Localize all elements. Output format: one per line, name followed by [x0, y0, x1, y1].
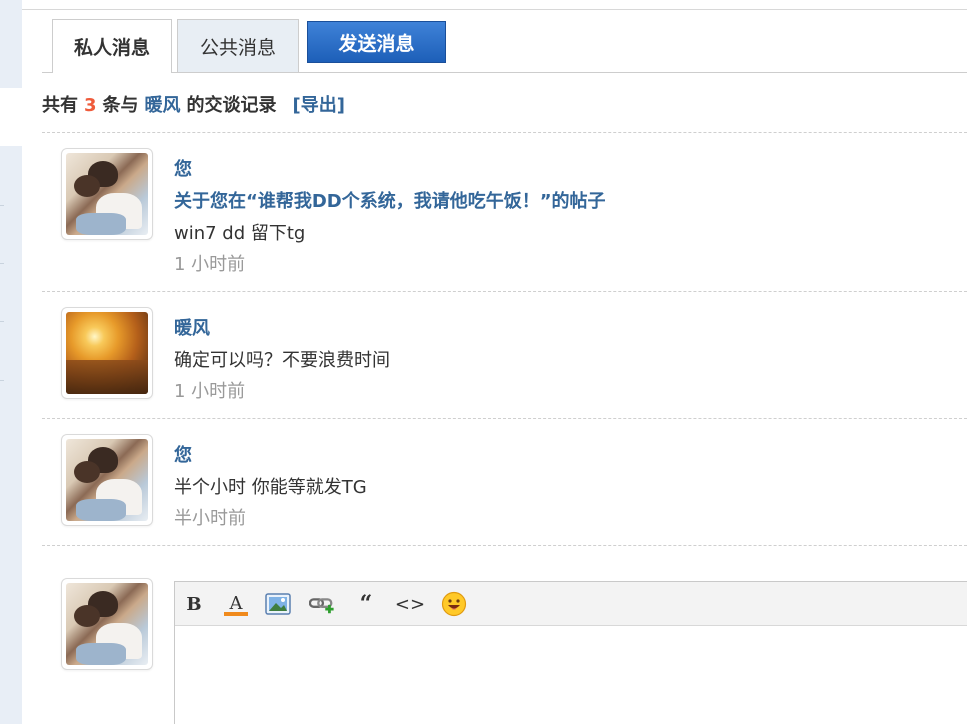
user-photo-couple [66, 583, 148, 665]
current-user-avatar[interactable] [61, 578, 153, 670]
export-link[interactable]: [导出] [293, 95, 345, 116]
quote-icon[interactable]: “ [353, 591, 379, 617]
tabs-baseline [42, 72, 967, 73]
strip-tick [0, 205, 4, 206]
image-icon[interactable] [265, 591, 291, 617]
tab-private-label: 私人消息 [73, 37, 150, 59]
divider [42, 545, 967, 546]
partner-name-link[interactable]: 暖风 [145, 95, 181, 116]
user-photo-couple [66, 439, 148, 521]
conversation-summary: 共有 3 条与 暖风 的交谈记录 [导出] [42, 91, 345, 117]
message-subject-link[interactable]: 关于您在“谁帮我DD个系统，我请他吃午饭！”的帖子 [174, 187, 606, 213]
reply-textarea[interactable] [175, 626, 967, 724]
message-item: 您 半个小时 你能等就发TG 半小时前 [42, 419, 967, 545]
send-message-label: 发送消息 [338, 32, 415, 55]
avatar[interactable] [61, 434, 153, 526]
bold-icon[interactable]: B [181, 591, 207, 617]
message-author[interactable]: 您 [174, 441, 192, 467]
strip-tick [0, 321, 4, 322]
tab-public-label: 公共消息 [199, 36, 276, 59]
message-author[interactable]: 暖风 [174, 314, 210, 340]
message-time: 1 小时前 [174, 254, 246, 275]
message-time: 半小时前 [174, 508, 246, 529]
user-photo-couple [66, 153, 148, 235]
tab-private-messages[interactable]: 私人消息 [52, 19, 172, 73]
message-body: win7 dd 留下tg [174, 223, 306, 244]
message-item: 您 关于您在“谁帮我DD个系统，我请他吃午饭！”的帖子 win7 dd 留下tg… [42, 133, 967, 291]
editor-toolbar: B A “ <> [175, 582, 967, 626]
summary-prefix: 共有 [42, 95, 78, 116]
summary-suffix: 的交谈记录 [186, 95, 277, 116]
strip-tick [0, 263, 4, 264]
tab-public-messages[interactable]: 公共消息 [177, 19, 299, 72]
font-color-bar [224, 611, 248, 616]
message-item: 暖风 确定可以吗？不要浪费时间 1 小时前 [42, 292, 967, 418]
code-icon[interactable]: <> [395, 591, 425, 617]
smiley-icon[interactable] [441, 591, 467, 617]
avatar[interactable] [61, 148, 153, 240]
message-count: 3 [84, 95, 97, 116]
message-author[interactable]: 您 [174, 155, 192, 181]
message-time: 1 小时前 [174, 381, 246, 402]
left-sidebar-strip [0, 0, 22, 724]
font-color-icon[interactable]: A [223, 591, 249, 617]
strip-tick [0, 380, 4, 381]
reply-editor: B A “ <> [174, 581, 967, 724]
font-color-glyph: A [229, 592, 243, 614]
message-body: 半个小时 你能等就发TG [174, 477, 367, 498]
message-tabs: 私人消息 公共消息 发送消息 [42, 0, 967, 73]
left-strip-gap [0, 88, 22, 146]
message-body: 确定可以吗？不要浪费时间 [174, 350, 390, 371]
summary-middle: 条与 [102, 95, 139, 116]
link-icon[interactable] [309, 591, 335, 617]
avatar[interactable] [61, 307, 153, 399]
send-message-button[interactable]: 发送消息 [307, 21, 446, 63]
user-photo-sunset [66, 312, 148, 394]
